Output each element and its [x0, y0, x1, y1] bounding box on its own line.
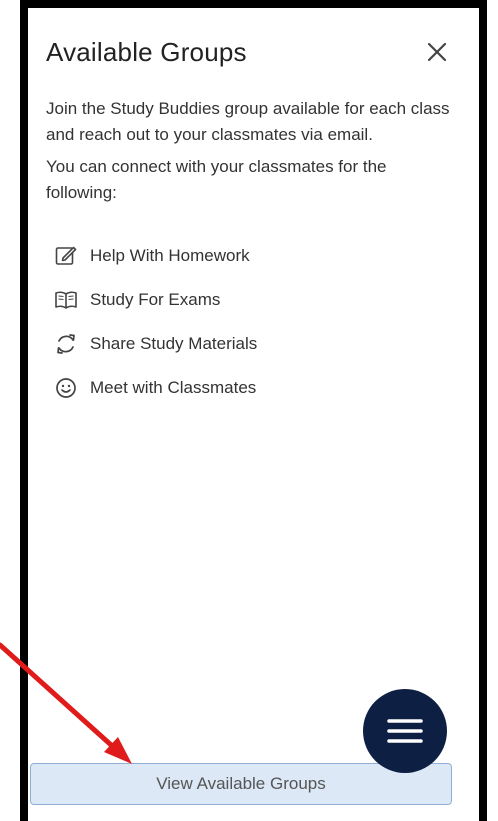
sync-icon	[54, 332, 84, 356]
feature-label: Meet with Classmates	[90, 378, 257, 397]
smiley-icon	[54, 376, 84, 400]
screen: Available Groups Join the Study Buddies …	[0, 0, 498, 821]
dialog-header: Available Groups	[46, 30, 455, 74]
feature-item-homework: Help With Homework	[46, 234, 455, 278]
feature-label: Share Study Materials	[90, 334, 258, 353]
feature-item-materials: Share Study Materials	[46, 322, 455, 366]
edit-icon	[54, 244, 84, 268]
feature-label: Study For Exams	[90, 290, 221, 309]
feature-label: Help With Homework	[90, 246, 250, 265]
dialog-title: Available Groups	[46, 36, 247, 67]
intro-paragraph: You can connect with your classmates for…	[46, 157, 387, 202]
feature-item-meet: Meet with Classmates	[46, 366, 455, 410]
intro-paragraph: Join the Study Buddies group available f…	[46, 99, 450, 144]
menu-fab-button[interactable]	[363, 689, 447, 773]
feature-item-exams: Study For Exams	[46, 278, 455, 322]
dialog-intro: Join the Study Buddies group available f…	[46, 96, 455, 206]
book-icon	[54, 288, 84, 312]
close-icon	[427, 42, 447, 62]
hamburger-menu-icon	[387, 719, 423, 743]
feature-list: Help With Homework Study For Exams Share…	[46, 234, 455, 410]
close-button[interactable]	[423, 38, 451, 66]
